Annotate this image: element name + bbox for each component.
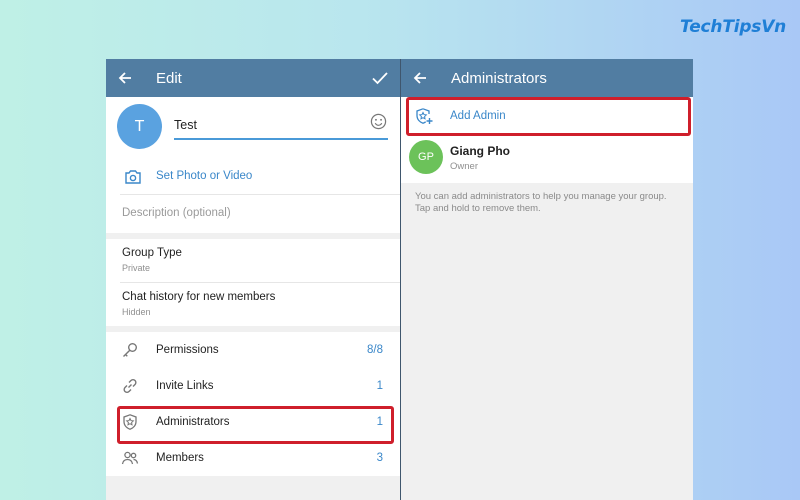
edit-app-bar: Edit <box>106 59 400 97</box>
settings-item-value: 8/8 <box>367 344 383 356</box>
page-title: Edit <box>156 69 182 87</box>
highlight-box-add-admin <box>406 97 691 136</box>
description-section: Description (optional) <box>106 194 400 233</box>
group-options-section: Group Type Private Chat history for new … <box>106 239 400 326</box>
arrow-left-icon <box>118 72 131 84</box>
camera-add-icon <box>125 170 141 184</box>
settings-item-value: 3 <box>376 452 383 464</box>
members-icon <box>121 451 139 465</box>
page-title: Administrators <box>451 69 547 87</box>
settings-item-permissions[interactable]: Permissions 8/8 <box>106 332 400 368</box>
description-input[interactable]: Description (optional) <box>106 195 400 233</box>
group-type-value: Private <box>122 263 151 273</box>
settings-item-label: Invite Links <box>156 380 214 392</box>
set-photo-button[interactable]: Set Photo or Video <box>106 161 400 194</box>
admin-list-item[interactable]: GP Giang Pho Owner <box>401 137 693 183</box>
chat-history-title: Chat history for new members <box>122 291 276 303</box>
admin-role: Owner <box>450 161 478 172</box>
chat-history-item[interactable]: Chat history for new members Hidden <box>106 283 400 326</box>
group-profile-section: T Test Set Photo or Video <box>106 97 400 194</box>
edit-panel: Edit T Test Set Photo or Video Descripti… <box>106 59 400 500</box>
settings-item-members[interactable]: Members 3 <box>106 440 400 476</box>
administrators-app-bar: Administrators <box>401 59 693 97</box>
avatar: GP <box>409 140 443 174</box>
key-icon <box>123 343 137 357</box>
settings-item-label: Members <box>156 452 204 464</box>
arrow-left-icon <box>413 72 426 84</box>
admins-hint-text: You can add administrators to help you m… <box>415 191 667 214</box>
settings-item-label: Permissions <box>156 344 219 356</box>
group-type-title: Group Type <box>122 247 182 259</box>
check-icon[interactable] <box>370 68 390 88</box>
highlight-box-administrators <box>117 406 394 444</box>
administrators-panel: Administrators Add Admin GP Giang Pho Ow… <box>401 59 693 500</box>
settings-list: Permissions 8/8 Invite Links 1 Administr… <box>106 332 400 476</box>
back-button[interactable] <box>106 59 144 97</box>
group-name-input[interactable]: Test <box>174 116 388 140</box>
settings-item-invite-links[interactable]: Invite Links 1 <box>106 368 400 404</box>
settings-item-value: 1 <box>376 380 383 392</box>
link-icon <box>123 378 137 394</box>
chat-history-value: Hidden <box>122 307 151 317</box>
brand-logo: TechTipsVn <box>680 17 787 37</box>
group-type-item[interactable]: Group Type Private <box>106 239 400 282</box>
emoji-icon[interactable] <box>370 113 387 130</box>
group-avatar[interactable]: T <box>117 104 162 149</box>
back-button[interactable] <box>401 59 439 97</box>
admin-name: Giang Pho <box>450 144 510 158</box>
set-photo-label: Set Photo or Video <box>156 170 253 182</box>
